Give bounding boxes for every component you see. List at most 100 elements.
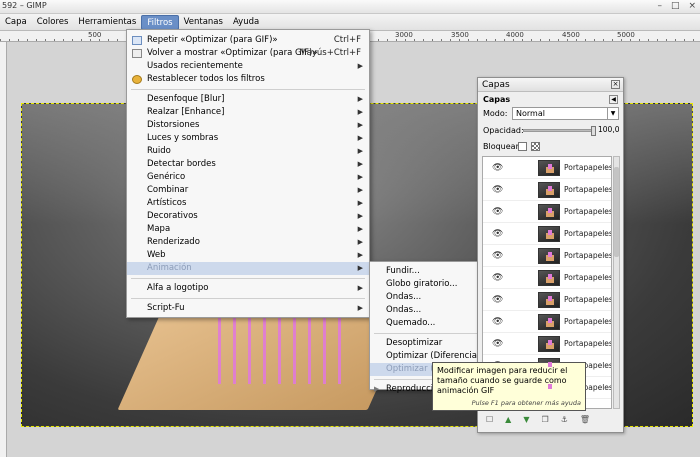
menu-item-spinning-globe[interactable]: Globo giratorio...: [370, 278, 492, 291]
layer-name: Portapapeles#2: [564, 163, 612, 172]
maximize-icon[interactable]: □: [671, 1, 680, 12]
layer-thumbnail: [538, 336, 560, 352]
menu-item-burn-in[interactable]: Quemado...: [370, 317, 492, 330]
lock-pixels-checkbox[interactable]: [518, 142, 527, 151]
menu-colores[interactable]: Colores: [32, 15, 74, 30]
submenu-arrow-icon: ▶: [357, 134, 363, 142]
menu-item-waves[interactable]: Ondas...: [370, 304, 492, 317]
mode-select[interactable]: Normal ▼: [512, 107, 619, 120]
menu-item-repeat[interactable]: Repetir «Optimizar (para GIF)» Ctrl+F: [127, 34, 369, 47]
ruler-label: 3500: [451, 31, 469, 39]
submenu-arrow-icon: ▶: [357, 238, 363, 246]
menu-capa[interactable]: Capa: [0, 15, 32, 30]
menu-item-script-fu[interactable]: Script-Fu ▶: [127, 302, 369, 315]
menu-item-blend[interactable]: Fundir...: [370, 265, 492, 278]
eye-icon[interactable]: 👁: [492, 295, 503, 305]
dock-close-icon[interactable]: ×: [611, 80, 620, 89]
opacity-slider-handle[interactable]: [591, 126, 596, 136]
menu-item-generic[interactable]: Genérico ▶: [127, 171, 369, 184]
layer-thumbnail: [538, 292, 560, 308]
eye-icon[interactable]: 👁: [492, 229, 503, 239]
menu-item-unoptimize[interactable]: Desoptimizar: [370, 337, 492, 350]
reset-icon: [132, 75, 142, 84]
layer-row[interactable]: 👁 Portapapeles#1: [483, 289, 611, 311]
layer-thumbnail: [538, 182, 560, 198]
menu-item-light-shadow[interactable]: Luces y sombras ▶: [127, 132, 369, 145]
menu-item-map[interactable]: Mapa ▶: [127, 223, 369, 236]
menu-item-web[interactable]: Web ▶: [127, 249, 369, 262]
menu-item-distorts[interactable]: Distorsiones ▶: [127, 119, 369, 132]
layer-name: Portapapeles#1: [564, 229, 612, 238]
submenu-arrow-icon: ▶: [357, 251, 363, 259]
tooltip-text: Modificar imagen para reducir el tamaño …: [437, 366, 568, 395]
menu-item-blur[interactable]: Desenfoque [Blur] ▶: [127, 93, 369, 106]
layers-buttons: ☐ ▲ ▼ ❐ ⚓ 🗑: [486, 415, 590, 424]
tooltip-hint: Pulse F1 para obtener más ayuda: [471, 399, 581, 407]
menu-item-combine[interactable]: Combinar ▶: [127, 184, 369, 197]
lock-alpha-checkbox[interactable]: [531, 142, 540, 151]
eye-icon[interactable]: 👁: [492, 251, 503, 261]
submenu-arrow-icon: ▶: [357, 225, 363, 233]
close-icon[interactable]: ×: [688, 1, 696, 12]
layers-scrollbar[interactable]: [613, 156, 620, 409]
layer-name: Portapapeles#1: [564, 273, 612, 282]
layer-row[interactable]: 👁 Portapapeles#1: [483, 245, 611, 267]
menu-item-edge-detect[interactable]: Detectar bordes ▶: [127, 158, 369, 171]
menu-item-animation[interactable]: Animación ▶: [127, 262, 369, 275]
submenu-arrow-icon: ▶: [357, 160, 363, 168]
eye-icon[interactable]: 👁: [492, 317, 503, 327]
vertical-ruler[interactable]: [0, 42, 7, 457]
menu-ayuda[interactable]: Ayuda: [228, 15, 264, 30]
layer-row[interactable]: 👁 Portapapeles#1: [483, 333, 611, 355]
eye-icon[interactable]: 👁: [492, 185, 503, 195]
ruler-label: 4000: [506, 31, 524, 39]
layer-row[interactable]: 👁 Portapapeles#1: [483, 311, 611, 333]
duplicate-layer-icon[interactable]: ❐: [541, 415, 548, 424]
layer-thumbnail: [538, 204, 560, 220]
tab-menu-icon[interactable]: ◀: [609, 95, 618, 104]
eye-icon[interactable]: 👁: [492, 339, 503, 349]
lower-layer-icon[interactable]: ▼: [523, 415, 529, 424]
menu-ventanas[interactable]: Ventanas: [179, 15, 228, 30]
layer-name: Portapapeles#2: [564, 207, 612, 216]
minimize-icon[interactable]: –: [657, 1, 662, 12]
menu-item-recent[interactable]: Usados recientemente ▶: [127, 60, 369, 73]
layer-row[interactable]: 👁 Portapapeles#1: [483, 267, 611, 289]
lock-row: Bloquear:: [478, 140, 623, 154]
menu-item-ripple[interactable]: Ondas...: [370, 291, 492, 304]
raise-layer-icon[interactable]: ▲: [505, 415, 511, 424]
menu-item-decor[interactable]: Decorativos ▶: [127, 210, 369, 223]
layers-tab-header: Capas ◀: [478, 92, 623, 107]
new-layer-icon[interactable]: ☐: [486, 415, 493, 424]
opacity-value[interactable]: 100,0: [598, 125, 619, 134]
menu-filtros[interactable]: Filtros: [141, 14, 179, 30]
menu-item-render[interactable]: Renderizado ▶: [127, 236, 369, 249]
menu-item-reshow[interactable]: Volver a mostrar «Optimizar (para GIF)» …: [127, 47, 369, 60]
chevron-down-icon: ▼: [607, 108, 618, 119]
menu-item-alpha-to-logo[interactable]: Alfa a logotipo ▶: [127, 282, 369, 295]
layer-row[interactable]: 👁 Portapapeles#2: [483, 157, 611, 179]
ruler-label: 4500: [562, 31, 580, 39]
anchor-layer-icon[interactable]: ⚓: [561, 415, 568, 424]
eye-icon[interactable]: 👁: [492, 273, 503, 283]
opacity-slider[interactable]: [523, 126, 596, 136]
menu-separator: [374, 333, 488, 334]
layer-row[interactable]: 👁 Portapapeles#2: [483, 201, 611, 223]
layer-row[interactable]: 👁 Portapapeles#2: [483, 179, 611, 201]
menu-item-enhance[interactable]: Realzar [Enhance] ▶: [127, 106, 369, 119]
layer-name: Portapapeles#2: [564, 185, 612, 194]
menu-item-artistic[interactable]: Artísticos ▶: [127, 197, 369, 210]
eye-icon[interactable]: 👁: [492, 163, 503, 173]
scrollbar-thumb[interactable]: [614, 167, 619, 257]
delete-layer-icon[interactable]: 🗑: [580, 415, 590, 424]
layer-row[interactable]: 👁 Portapapeles#1: [483, 223, 611, 245]
menu-herramientas[interactable]: Herramientas: [73, 15, 141, 30]
submenu-arrow-icon: ▶: [357, 284, 363, 292]
menu-separator: [131, 89, 365, 90]
submenu-arrow-icon: ▶: [357, 95, 363, 103]
eye-icon[interactable]: 👁: [492, 207, 503, 217]
submenu-arrow-icon: ▶: [357, 304, 363, 312]
menu-separator: [131, 278, 365, 279]
menu-item-noise[interactable]: Ruido ▶: [127, 145, 369, 158]
menu-item-reset-filters[interactable]: Restablecer todos los filtros: [127, 73, 369, 86]
